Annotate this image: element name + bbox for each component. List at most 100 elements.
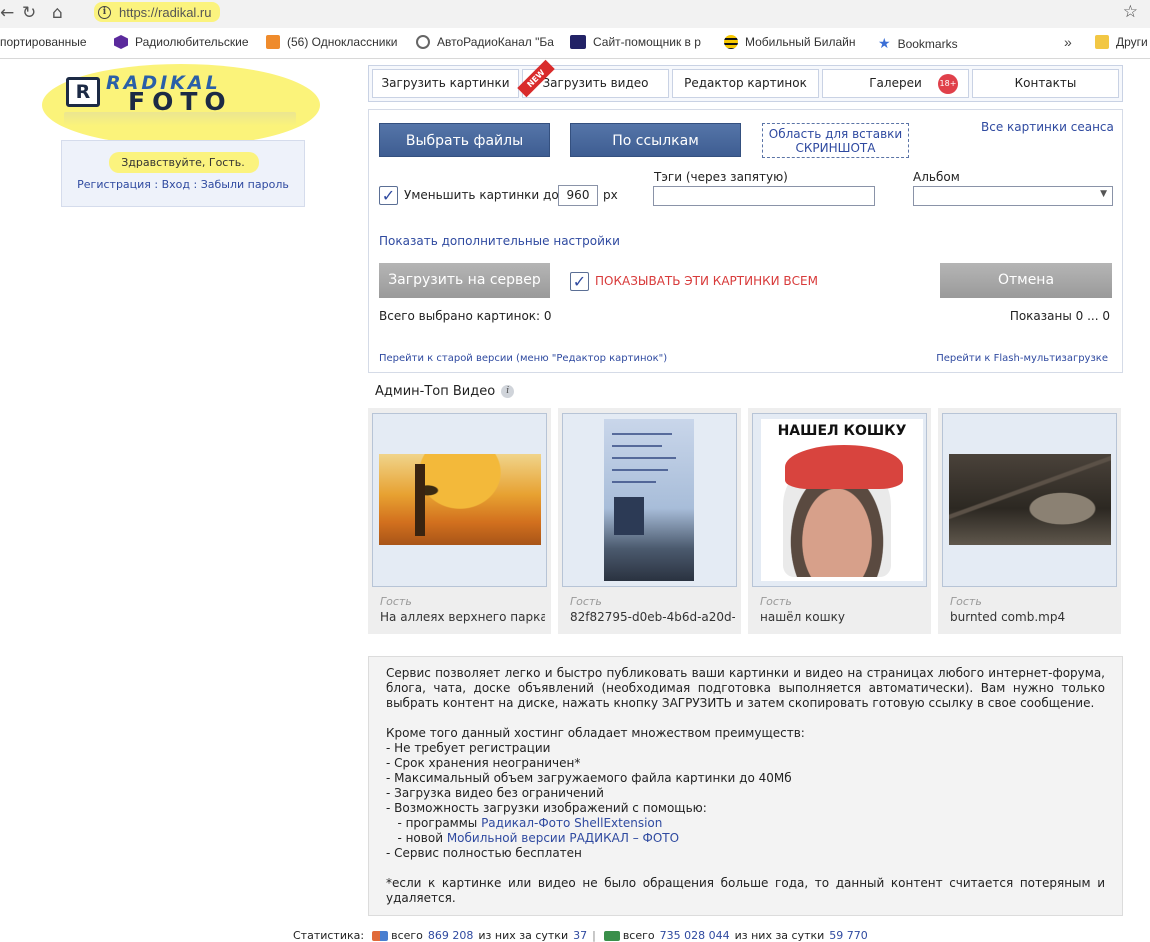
tab-upload-video[interactable]: NEW Загрузить видео — [517, 59, 669, 98]
video-thumbnail[interactable] — [372, 413, 547, 587]
age-badge: 18+ — [938, 74, 958, 94]
tab-upload-images[interactable]: Загрузить картинки — [372, 69, 519, 98]
info-icon[interactable]: i — [98, 5, 111, 19]
doc-line — [612, 469, 668, 471]
address-bar[interactable] — [88, 1, 1150, 25]
video-thumbnail[interactable]: НАШЕЛ КОШКУ — [752, 413, 927, 587]
bookmark-folder[interactable]: Други — [1095, 35, 1150, 49]
doc-line — [612, 481, 656, 483]
tab-label: Загрузить картинки — [381, 76, 510, 90]
greeting-text: Здравствуйте, Гость. — [121, 156, 245, 169]
show-all-label: ПОКАЗЫВАТЬ ЭТИ КАРТИНКИ ВСЕМ — [595, 274, 818, 288]
feature-item: - Загрузка видео без ограничений — [386, 786, 604, 800]
stats-text: из них за сутки — [478, 929, 569, 942]
reload-icon[interactable]: ↻ — [22, 3, 36, 23]
auth-links: Регистрация : Вход : Забыли пароль — [62, 178, 304, 191]
video-card[interactable]: Гость 82f82795-d0eb-4b6d-a20d- — [558, 408, 741, 634]
video-card[interactable]: НАШЕЛ КОШКУ Гость нашёл кошку — [748, 408, 931, 634]
hex-icon — [114, 35, 128, 49]
users-day: 37 — [573, 929, 588, 942]
bookmark-item[interactable]: Мобильный Билайн — [724, 35, 860, 49]
flash-upload-link[interactable]: Перейти к Flash-мультизагрузке — [936, 353, 1108, 364]
back-arrow-icon[interactable]: ← — [0, 3, 14, 23]
old-version-link[interactable]: Перейти к старой версии (меню "Редактор … — [379, 353, 667, 364]
tab-label: Контакты — [1014, 76, 1077, 90]
doc-photo — [614, 497, 644, 535]
subitem-prefix: - новой — [386, 831, 447, 845]
feature-item: - Возможность загрузки изображений с пом… — [386, 801, 707, 815]
by-links-button[interactable]: По ссылкам — [570, 123, 741, 157]
description-paragraph: Сервис позволяет легко и быстро публиков… — [386, 666, 1105, 710]
bookmark-label: АвтоРадиоКанал "Ба — [437, 35, 554, 49]
tab-galleries[interactable]: Галереи 18+ — [822, 69, 969, 98]
bookmark-item[interactable]: портированные — [0, 35, 94, 49]
video-card[interactable]: Гость На аллеях верхнего парка — [368, 408, 551, 634]
all-session-images-link[interactable]: Все картинки сеанса — [981, 120, 1114, 134]
folder-icon — [1095, 35, 1109, 49]
site-logo[interactable]: R RADIKAL FOTO — [62, 72, 300, 116]
bookmark-item[interactable]: ★ Bookmarks — [878, 35, 978, 52]
files-total: 735 028 044 — [659, 929, 730, 942]
bookmark-star-icon[interactable]: ☆ — [1123, 2, 1138, 22]
bookmark-item[interactable]: АвтоРадиоКанал "Ба — [416, 35, 554, 49]
stats-text: всего — [391, 929, 423, 942]
card-author: Гость — [570, 595, 602, 608]
help-icon[interactable]: i — [501, 385, 515, 398]
card-title[interactable]: На аллеях верхнего парка — [380, 610, 545, 624]
more-settings-link[interactable]: Показать дополнительные настройки — [379, 234, 620, 248]
thumbnail-caption: НАШЕЛ КОШКУ — [777, 423, 907, 439]
show-all-checkbox[interactable]: ✓ — [570, 272, 589, 291]
doc-line — [612, 445, 662, 447]
autumn-park-thumbnail — [379, 454, 541, 545]
guest-panel: Здравствуйте, Гость. Регистрация : Вход … — [61, 140, 305, 207]
video-thumbnail[interactable] — [562, 413, 737, 587]
total-selected-text: Всего выбрано картинок: 0 — [379, 309, 552, 323]
mobile-version-link[interactable]: Мобильной версии РАДИКАЛ – ФОТО — [447, 831, 679, 845]
bookmark-label: (56) Одноклассники — [287, 35, 398, 49]
stats-text: из них за сутки — [734, 929, 825, 942]
card-title[interactable]: нашёл кошку — [760, 610, 925, 624]
service-description: Сервис позволяет легко и быстро публиков… — [368, 656, 1123, 916]
bookmark-label: Bookmarks — [897, 36, 958, 51]
bookmarks-bar: портированные Радиолюбительские (56) Одн… — [0, 28, 1150, 59]
upload-to-server-button[interactable]: Загрузить на сервер — [379, 263, 550, 298]
shrink-size-input[interactable]: 960 — [558, 185, 598, 206]
tab-contacts[interactable]: Контакты — [972, 69, 1119, 98]
feature-item: - Сервис полностью бесплатен — [386, 846, 582, 860]
album-select[interactable]: ▼ — [913, 186, 1113, 206]
forgot-password-link[interactable]: Забыли пароль — [201, 178, 289, 191]
bookmark-item[interactable]: Радиолюбительские — [114, 35, 254, 49]
tags-input[interactable] — [653, 186, 875, 206]
video-card[interactable]: Гость burnted comb.mp4 — [938, 408, 1121, 634]
doc-line — [612, 433, 672, 435]
upload-panel: Выбрать файлы По ссылкам Область для вст… — [368, 109, 1123, 373]
screenshot-paste-area[interactable]: Область для вставки СКРИНШОТА — [762, 123, 909, 158]
choose-files-button[interactable]: Выбрать файлы — [379, 123, 550, 157]
shrink-unit: px — [603, 188, 618, 202]
bookmark-label: Радиолюбительские — [135, 35, 249, 49]
video-thumbnail[interactable] — [942, 413, 1117, 587]
beeline-icon — [724, 35, 738, 49]
register-link[interactable]: Регистрация — [77, 178, 151, 191]
login-link[interactable]: Вход — [162, 178, 190, 191]
bookmark-item[interactable]: Сайт-помощник в р — [570, 35, 706, 49]
more-bookmarks-button[interactable]: » — [1064, 34, 1072, 50]
tab-label: Галереи — [869, 76, 922, 90]
admin-top-cards: Гость На аллеях верхнего парка Гость 82f… — [368, 408, 1123, 634]
card-title[interactable]: burnted comb.mp4 — [950, 610, 1115, 624]
url-text: https://radikal.ru — [119, 4, 212, 20]
main-tabs: Загрузить картинки NEW Загрузить видео Р… — [368, 59, 1123, 102]
tree-trunk — [415, 464, 425, 536]
cancel-button[interactable]: Отмена — [940, 263, 1112, 298]
document-thumbnail — [604, 419, 694, 581]
card-title[interactable]: 82f82795-d0eb-4b6d-a20d- — [570, 610, 735, 624]
logo-text-bottom: FOTO — [128, 87, 233, 116]
home-icon[interactable]: ⌂ — [52, 3, 63, 23]
shrink-checkbox[interactable]: ✓ — [379, 186, 398, 205]
tab-image-editor[interactable]: Редактор картинок — [672, 69, 819, 98]
bookmark-item[interactable]: (56) Одноклассники — [266, 35, 406, 49]
url-highlight[interactable]: i https://radikal.ru — [94, 2, 220, 22]
radio-icon — [416, 35, 430, 49]
shell-extension-link[interactable]: Радикал-Фото ShellExtension — [481, 816, 662, 830]
chevron-down-icon: ▼ — [1100, 189, 1107, 199]
